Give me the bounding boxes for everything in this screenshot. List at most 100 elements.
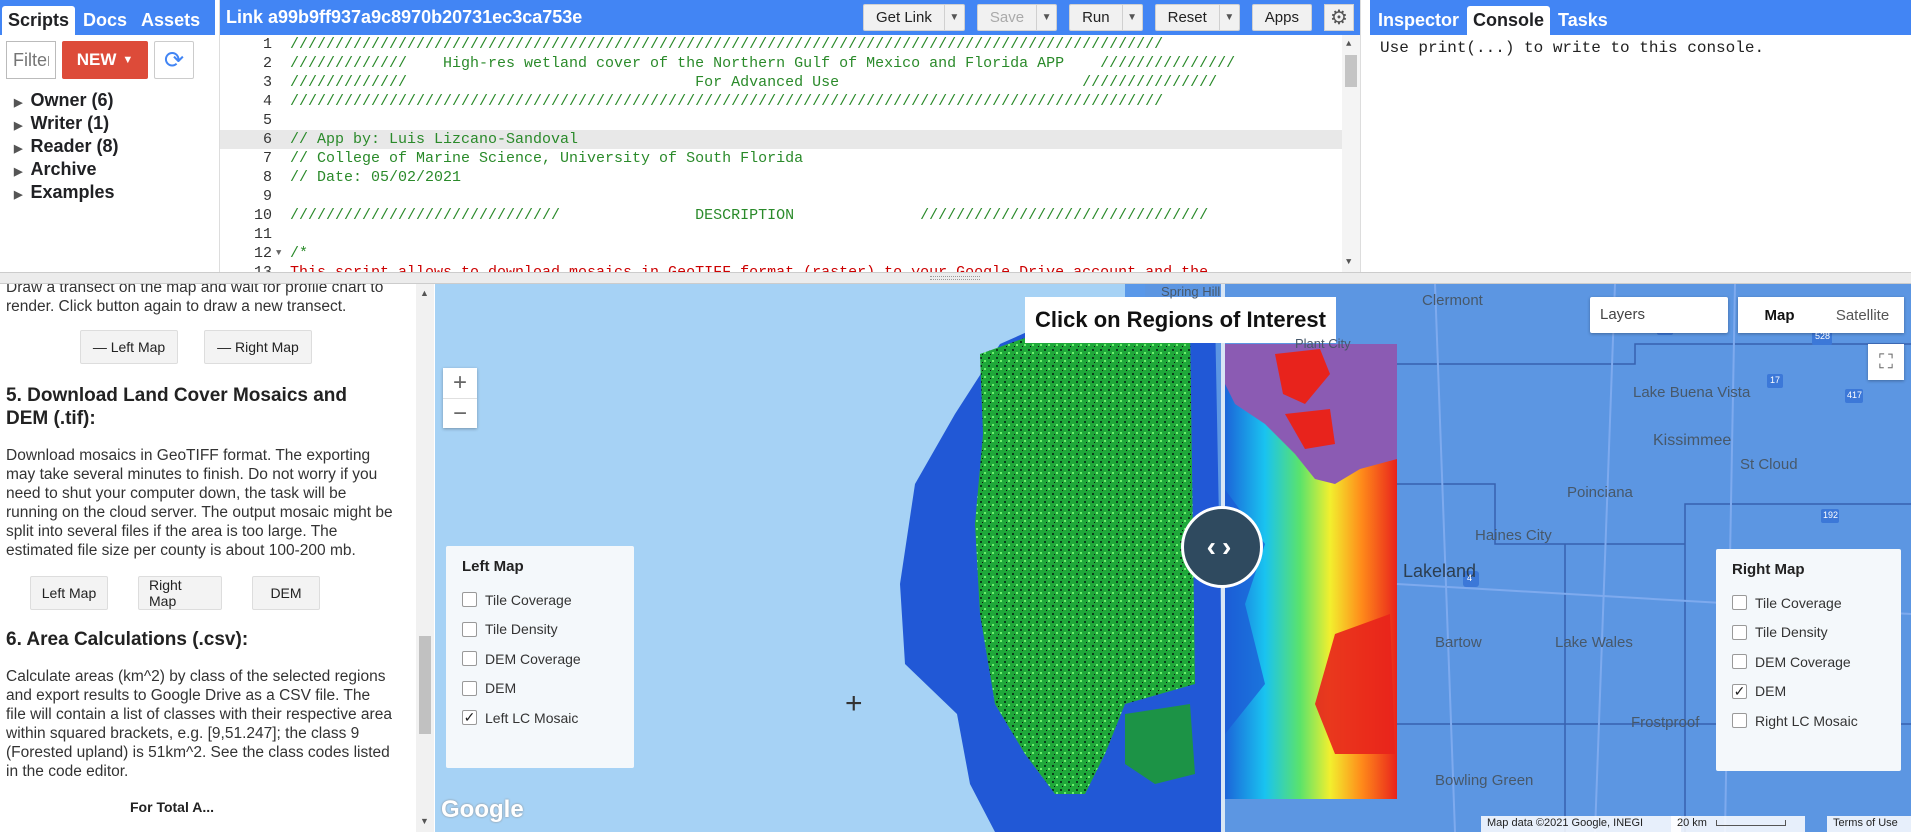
code-line: 12 ▼/* bbox=[220, 244, 1360, 263]
tree-item-archive[interactable]: ▶ Archive bbox=[14, 158, 201, 181]
fold-toggle-icon[interactable]: ▼ bbox=[276, 244, 290, 263]
place-label: Bartow bbox=[1435, 634, 1482, 651]
checkbox-checked[interactable]: ✓ bbox=[462, 710, 477, 726]
scrollbar-thumb[interactable] bbox=[419, 636, 431, 734]
zoom-out-button[interactable]: − bbox=[443, 398, 477, 428]
left-layer-tile-coverage[interactable]: Tile Coverage bbox=[462, 585, 618, 615]
reset-button[interactable]: Reset ▼ bbox=[1154, 4, 1240, 31]
place-label: Plant City bbox=[1295, 336, 1351, 351]
download-dem-button[interactable]: DEM bbox=[252, 576, 320, 610]
checkbox-label: Tile Coverage bbox=[1755, 594, 1842, 611]
caret-down-icon[interactable]: ▼ bbox=[1036, 5, 1056, 30]
checkbox[interactable] bbox=[1732, 595, 1747, 611]
right-layer-tile-density[interactable]: Tile Density bbox=[1732, 618, 1885, 648]
right-layer-lc-mosaic[interactable]: Right LC Mosaic bbox=[1732, 706, 1885, 736]
transect-right-map-button[interactable]: — Right Map bbox=[204, 330, 312, 364]
line-number: 7 bbox=[262, 150, 272, 167]
left-layer-tile-density[interactable]: Tile Density bbox=[462, 615, 618, 645]
line-number: 12 bbox=[253, 245, 272, 262]
scroll-down-icon[interactable]: ▼ bbox=[1346, 257, 1351, 267]
line-number: 9 bbox=[262, 188, 272, 205]
checkbox[interactable] bbox=[1732, 654, 1747, 670]
checkbox[interactable] bbox=[462, 592, 477, 608]
terms-of-use-link[interactable]: Terms of Use bbox=[1827, 816, 1911, 832]
code-line: 2 ///////////// High-res wetland cover of… bbox=[220, 54, 1360, 73]
tab-assets[interactable]: Assets bbox=[135, 6, 206, 35]
code-line-active: 6 // App by: Luis Lizcano-Sandoval bbox=[220, 130, 1360, 149]
caret-down-icon[interactable]: ▼ bbox=[943, 5, 964, 30]
right-layer-dem-coverage[interactable]: DEM Coverage bbox=[1732, 647, 1885, 677]
map-type-map[interactable]: Map bbox=[1738, 297, 1821, 333]
fold-gutter bbox=[276, 206, 290, 225]
left-map-legend: Left Map Tile Coverage Tile Density DEM … bbox=[446, 546, 634, 768]
left-layer-dem[interactable]: DEM bbox=[462, 674, 618, 704]
tree-item-writer[interactable]: ▶ Writer (1) bbox=[14, 112, 201, 135]
tab-console[interactable]: Console bbox=[1467, 6, 1551, 35]
zoom-in-button[interactable]: + bbox=[443, 368, 477, 398]
save-button[interactable]: Save ▼ bbox=[976, 4, 1058, 31]
checkbox-label: Tile Density bbox=[1755, 624, 1828, 641]
swipe-handle[interactable]: ‹ › bbox=[1181, 506, 1263, 588]
get-link-label: Get Link bbox=[876, 9, 932, 26]
fold-gutter bbox=[276, 225, 290, 244]
left-layer-dem-coverage[interactable]: DEM Coverage bbox=[462, 644, 618, 674]
tab-tasks[interactable]: Tasks bbox=[1552, 6, 1614, 35]
transect-left-map-button[interactable]: — Left Map bbox=[80, 330, 178, 364]
checkbox[interactable] bbox=[462, 621, 477, 637]
tab-scripts[interactable]: Scripts bbox=[2, 6, 76, 35]
scripts-panel: Scripts Docs Assets NEW ▼ ⟳ ▶ Owner (6) ▶… bbox=[0, 0, 215, 272]
map-view[interactable]: ‹ › + − Click on Regions of Interest Laye… bbox=[435, 284, 1911, 832]
scroll-up-icon[interactable]: ▲ bbox=[420, 288, 429, 298]
download-right-map-button[interactable]: Right Map bbox=[138, 576, 222, 610]
run-button[interactable]: Run ▼ bbox=[1069, 4, 1143, 31]
map-attribution[interactable]: Map data ©2021 Google, INEGI bbox=[1481, 816, 1681, 832]
horizontal-splitter[interactable] bbox=[0, 272, 1911, 284]
scale-bar bbox=[1716, 820, 1787, 826]
caret-down-icon[interactable]: ▼ bbox=[1218, 5, 1239, 30]
expand-triangle-icon: ▶ bbox=[14, 189, 23, 201]
line-number: 1 bbox=[262, 36, 272, 53]
checkbox[interactable] bbox=[462, 651, 477, 667]
fold-gutter bbox=[276, 130, 290, 149]
refresh-button[interactable]: ⟳ bbox=[154, 41, 194, 79]
map-type-satellite[interactable]: Satellite bbox=[1821, 297, 1904, 333]
left-layer-lc-mosaic[interactable]: ✓ Left LC Mosaic bbox=[462, 703, 618, 733]
caret-down-icon[interactable]: ▼ bbox=[1121, 5, 1142, 30]
total-area-button-partial[interactable]: For Total A... bbox=[0, 799, 400, 815]
section-6-title: 6. Area Calculations (.csv): bbox=[6, 629, 249, 650]
panel-scrollbar[interactable]: ▲ ▼ bbox=[416, 284, 434, 832]
code-text: ////////////////////////////////////////… bbox=[290, 36, 1164, 53]
code-area[interactable]: 1 ///////////////////////////////////////… bbox=[220, 35, 1360, 272]
fold-gutter bbox=[276, 35, 290, 54]
line-number: 3 bbox=[262, 74, 272, 91]
layers-dropdown[interactable]: Layers bbox=[1590, 297, 1728, 333]
filter-input[interactable] bbox=[6, 41, 56, 79]
scroll-up-icon[interactable]: ▲ bbox=[1346, 39, 1351, 49]
checkbox[interactable] bbox=[462, 680, 477, 696]
get-link-button[interactable]: Get Link ▼ bbox=[863, 4, 965, 31]
editor-scrollbar[interactable]: ▲ ▼ bbox=[1342, 35, 1360, 272]
checkbox-checked[interactable]: ✓ bbox=[1732, 683, 1747, 699]
download-left-map-button[interactable]: Left Map bbox=[30, 576, 108, 610]
apps-button[interactable]: Apps bbox=[1251, 4, 1312, 31]
splitter-grip[interactable] bbox=[930, 276, 980, 280]
tab-docs[interactable]: Docs bbox=[77, 6, 133, 35]
right-layer-dem[interactable]: ✓ DEM bbox=[1732, 677, 1885, 707]
tab-inspector[interactable]: Inspector bbox=[1372, 6, 1465, 35]
checkbox[interactable] bbox=[1732, 713, 1747, 729]
tree-item-label: Reader (8) bbox=[30, 136, 119, 156]
new-button[interactable]: NEW ▼ bbox=[62, 41, 148, 79]
checkbox-label: Tile Coverage bbox=[485, 591, 572, 608]
gear-icon[interactable]: ⚙ bbox=[1324, 4, 1354, 31]
tree-item-owner[interactable]: ▶ Owner (6) bbox=[14, 89, 201, 112]
tree-item-examples[interactable]: ▶ Examples bbox=[14, 181, 201, 204]
scrollbar-thumb[interactable] bbox=[1345, 55, 1357, 87]
fullscreen-icon[interactable]: ⛶ bbox=[1868, 344, 1904, 380]
tree-item-reader[interactable]: ▶ Reader (8) bbox=[14, 135, 201, 158]
right-layer-tile-coverage[interactable]: Tile Coverage bbox=[1732, 588, 1885, 618]
place-label: Lake Wales bbox=[1555, 634, 1633, 651]
right-tabbar: Inspector Console Tasks bbox=[1370, 0, 1911, 35]
checkbox[interactable] bbox=[1732, 624, 1747, 640]
line-number: 8 bbox=[262, 169, 272, 186]
scroll-down-icon[interactable]: ▼ bbox=[420, 816, 429, 826]
